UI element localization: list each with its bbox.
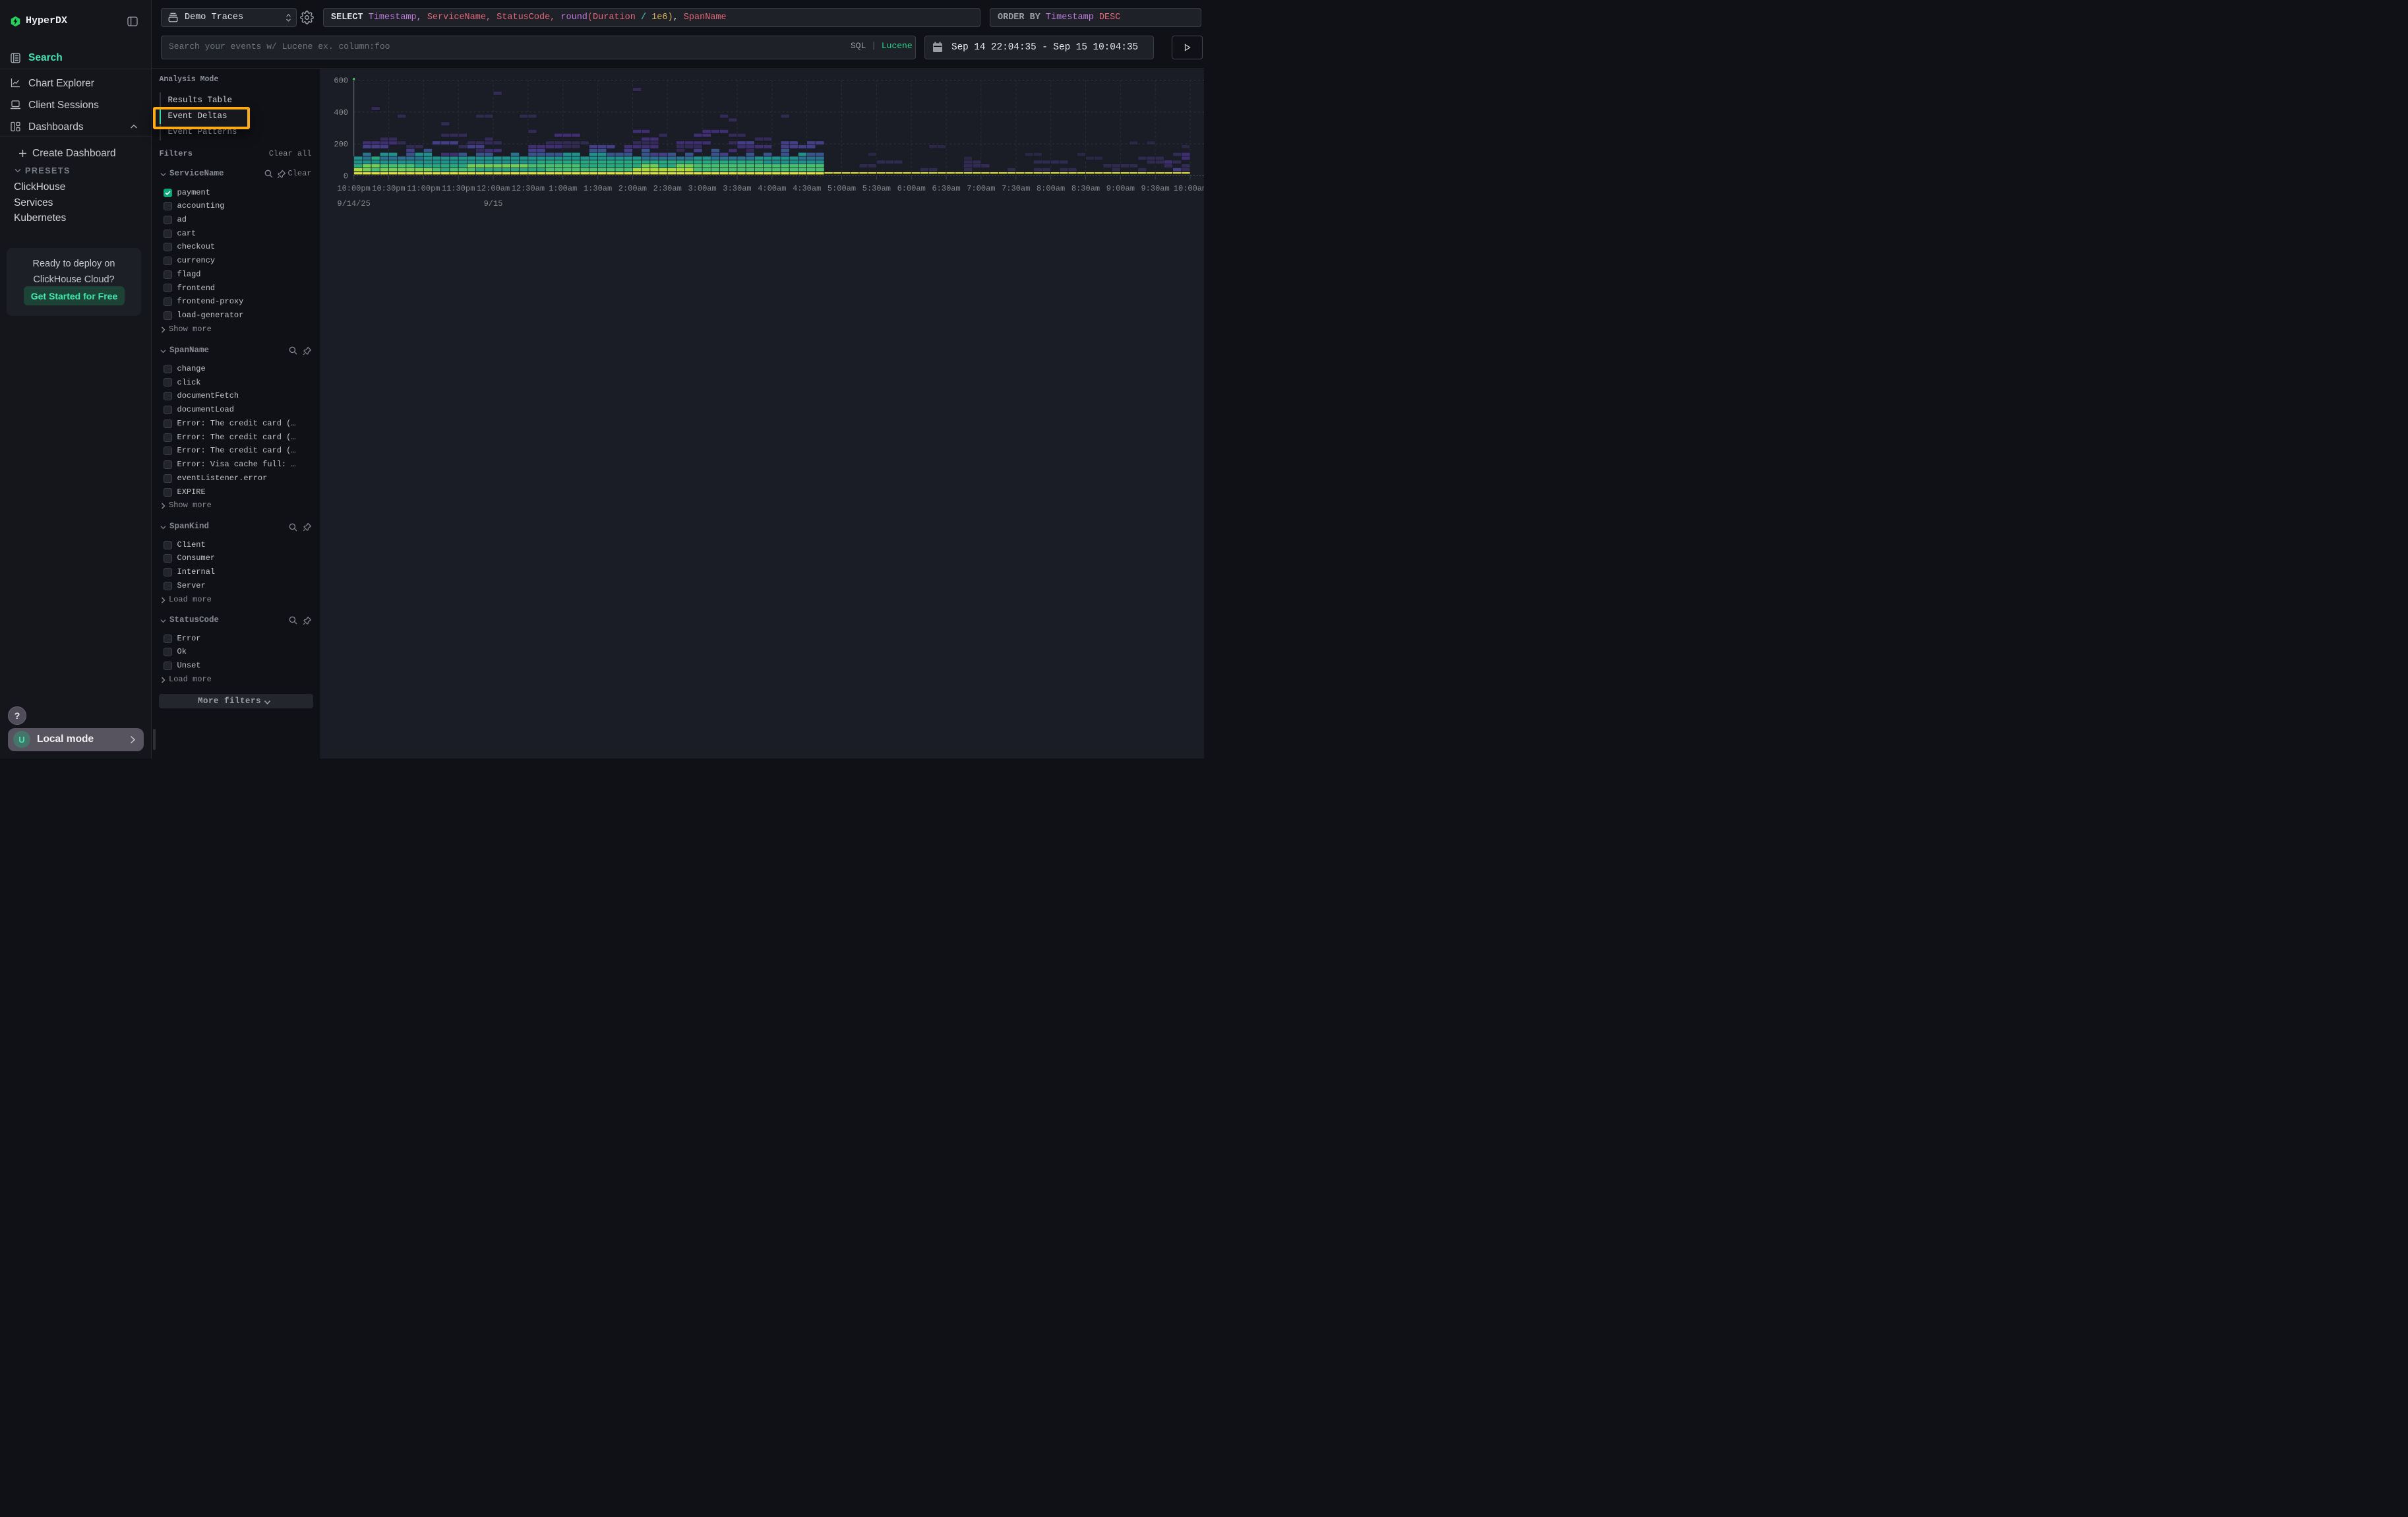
svg-text:0: 0 bbox=[344, 172, 348, 181]
svg-text:9/15: 9/15 bbox=[484, 199, 503, 208]
svg-text:8:30am: 8:30am bbox=[1071, 184, 1100, 193]
svg-text:12:00am: 12:00am bbox=[477, 184, 510, 193]
svg-text:6:00am: 6:00am bbox=[897, 184, 926, 193]
svg-text:9:30am: 9:30am bbox=[1141, 184, 1169, 193]
svg-text:10:30pm: 10:30pm bbox=[372, 184, 405, 193]
svg-text:6:30am: 6:30am bbox=[932, 184, 960, 193]
svg-text:7:00am: 7:00am bbox=[967, 184, 995, 193]
svg-text:2:00am: 2:00am bbox=[618, 184, 647, 193]
svg-text:8:00am: 8:00am bbox=[1037, 184, 1065, 193]
svg-text:600: 600 bbox=[334, 77, 348, 86]
svg-text:9:00am: 9:00am bbox=[1106, 184, 1135, 193]
svg-text:3:30am: 3:30am bbox=[723, 184, 751, 193]
svg-text:3:00am: 3:00am bbox=[688, 184, 716, 193]
svg-text:9/14/25: 9/14/25 bbox=[337, 199, 370, 208]
svg-text:1:00am: 1:00am bbox=[549, 184, 577, 193]
svg-text:4:00am: 4:00am bbox=[758, 184, 786, 193]
svg-text:7:30am: 7:30am bbox=[1002, 184, 1030, 193]
svg-text:200: 200 bbox=[334, 140, 348, 149]
svg-text:11:00pm: 11:00pm bbox=[407, 184, 440, 193]
svg-text:400: 400 bbox=[334, 108, 348, 117]
svg-text:10:00pm: 10:00pm bbox=[337, 184, 370, 193]
svg-text:5:30am: 5:30am bbox=[862, 184, 891, 193]
svg-text:4:30am: 4:30am bbox=[793, 184, 821, 193]
svg-text:1:30am: 1:30am bbox=[584, 184, 612, 193]
svg-text:12:30am: 12:30am bbox=[512, 184, 545, 193]
svg-text:2:30am: 2:30am bbox=[653, 184, 682, 193]
svg-text:10:00am: 10:00am bbox=[1174, 184, 1204, 193]
svg-text:11:30pm: 11:30pm bbox=[442, 184, 475, 193]
svg-text:5:00am: 5:00am bbox=[828, 184, 856, 193]
